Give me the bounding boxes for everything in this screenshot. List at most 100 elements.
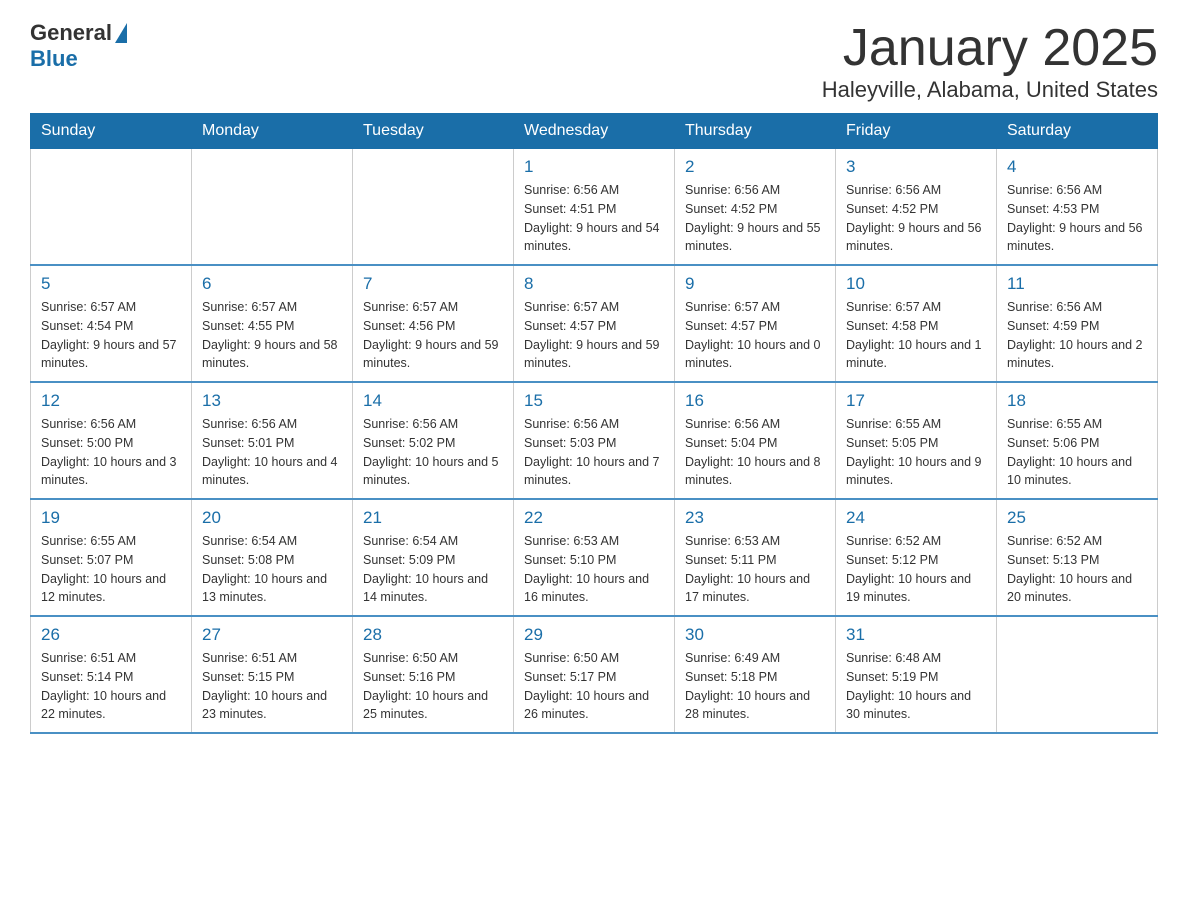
calendar-cell: 27 Sunrise: 6:51 AM Sunset: 5:15 PM Dayli…	[192, 616, 353, 733]
title-section: January 2025 Haleyville, Alabama, United…	[822, 20, 1158, 103]
calendar-cell: 5 Sunrise: 6:57 AM Sunset: 4:54 PM Daylig…	[31, 265, 192, 382]
calendar-cell: 1 Sunrise: 6:56 AM Sunset: 4:51 PM Daylig…	[514, 149, 675, 266]
day-number: 23	[685, 508, 825, 528]
day-number: 21	[363, 508, 503, 528]
day-info: Sunrise: 6:57 AM Sunset: 4:55 PM Dayligh…	[202, 298, 342, 373]
calendar-cell: 13 Sunrise: 6:56 AM Sunset: 5:01 PM Dayli…	[192, 382, 353, 499]
day-number: 27	[202, 625, 342, 645]
calendar-week-row: 12Sunrise: 6:56 AM Sunset: 5:00 PM Dayli…	[31, 382, 1158, 499]
day-number: 31	[846, 625, 986, 645]
calendar-day-header-monday: Monday	[192, 114, 353, 149]
day-info: Sunrise: 6:53 AM Sunset: 5:11 PM Dayligh…	[685, 532, 825, 607]
calendar-header-row: SundayMondayTuesdayWednesdayThursdayFrid…	[31, 114, 1158, 149]
calendar-cell	[192, 149, 353, 266]
calendar-cell: 17 Sunrise: 6:55 AM Sunset: 5:05 PM Dayli…	[836, 382, 997, 499]
calendar-day-header-friday: Friday	[836, 114, 997, 149]
day-number: 25	[1007, 508, 1147, 528]
day-number: 9	[685, 274, 825, 294]
day-info: Sunrise: 6:56 AM Sunset: 4:53 PM Dayligh…	[1007, 181, 1147, 256]
day-number: 7	[363, 274, 503, 294]
calendar-cell: 14 Sunrise: 6:56 AM Sunset: 5:02 PM Dayli…	[353, 382, 514, 499]
calendar-day-header-wednesday: Wednesday	[514, 114, 675, 149]
day-number: 17	[846, 391, 986, 411]
day-info: Sunrise: 6:57 AM Sunset: 4:56 PM Dayligh…	[363, 298, 503, 373]
calendar-cell: 25Sunrise: 6:52 AM Sunset: 5:13 PM Dayli…	[997, 499, 1158, 616]
calendar-week-row: 19 Sunrise: 6:55 AM Sunset: 5:07 PM Dayli…	[31, 499, 1158, 616]
day-info: Sunrise: 6:56 AM Sunset: 5:04 PM Dayligh…	[685, 415, 825, 490]
day-info: Sunrise: 6:51 AM Sunset: 5:15 PM Dayligh…	[202, 649, 342, 724]
day-number: 24	[846, 508, 986, 528]
day-number: 16	[685, 391, 825, 411]
page-header: General Blue January 2025 Haleyville, Al…	[30, 20, 1158, 103]
calendar-day-header-saturday: Saturday	[997, 114, 1158, 149]
day-number: 6	[202, 274, 342, 294]
calendar-day-header-sunday: Sunday	[31, 114, 192, 149]
day-number: 14	[363, 391, 503, 411]
day-number: 10	[846, 274, 986, 294]
day-number: 26	[41, 625, 181, 645]
calendar-day-header-thursday: Thursday	[675, 114, 836, 149]
location-text: Haleyville, Alabama, United States	[822, 77, 1158, 103]
calendar-week-row: 26 Sunrise: 6:51 AM Sunset: 5:14 PM Dayli…	[31, 616, 1158, 733]
day-info: Sunrise: 6:57 AM Sunset: 4:57 PM Dayligh…	[685, 298, 825, 373]
day-info: Sunrise: 6:54 AM Sunset: 5:09 PM Dayligh…	[363, 532, 503, 607]
calendar-cell	[353, 149, 514, 266]
day-info: Sunrise: 6:50 AM Sunset: 5:16 PM Dayligh…	[363, 649, 503, 724]
day-info: Sunrise: 6:57 AM Sunset: 4:54 PM Dayligh…	[41, 298, 181, 373]
calendar-week-row: 5 Sunrise: 6:57 AM Sunset: 4:54 PM Daylig…	[31, 265, 1158, 382]
day-number: 18	[1007, 391, 1147, 411]
calendar-cell	[997, 616, 1158, 733]
calendar-cell: 10Sunrise: 6:57 AM Sunset: 4:58 PM Dayli…	[836, 265, 997, 382]
day-info: Sunrise: 6:57 AM Sunset: 4:57 PM Dayligh…	[524, 298, 664, 373]
calendar-cell: 11Sunrise: 6:56 AM Sunset: 4:59 PM Dayli…	[997, 265, 1158, 382]
day-number: 5	[41, 274, 181, 294]
day-info: Sunrise: 6:56 AM Sunset: 5:01 PM Dayligh…	[202, 415, 342, 490]
calendar-cell: 18 Sunrise: 6:55 AM Sunset: 5:06 PM Dayli…	[997, 382, 1158, 499]
calendar-cell: 23 Sunrise: 6:53 AM Sunset: 5:11 PM Dayli…	[675, 499, 836, 616]
calendar-cell: 9 Sunrise: 6:57 AM Sunset: 4:57 PM Daylig…	[675, 265, 836, 382]
day-info: Sunrise: 6:56 AM Sunset: 4:51 PM Dayligh…	[524, 181, 664, 256]
day-number: 13	[202, 391, 342, 411]
day-info: Sunrise: 6:56 AM Sunset: 4:52 PM Dayligh…	[685, 181, 825, 256]
day-info: Sunrise: 6:56 AM Sunset: 5:02 PM Dayligh…	[363, 415, 503, 490]
logo-blue-text: Blue	[30, 46, 78, 72]
day-info: Sunrise: 6:53 AM Sunset: 5:10 PM Dayligh…	[524, 532, 664, 607]
day-info: Sunrise: 6:54 AM Sunset: 5:08 PM Dayligh…	[202, 532, 342, 607]
calendar-cell: 30Sunrise: 6:49 AM Sunset: 5:18 PM Dayli…	[675, 616, 836, 733]
calendar-week-row: 1 Sunrise: 6:56 AM Sunset: 4:51 PM Daylig…	[31, 149, 1158, 266]
calendar-cell: 3Sunrise: 6:56 AM Sunset: 4:52 PM Daylig…	[836, 149, 997, 266]
day-info: Sunrise: 6:55 AM Sunset: 5:06 PM Dayligh…	[1007, 415, 1147, 490]
day-info: Sunrise: 6:55 AM Sunset: 5:05 PM Dayligh…	[846, 415, 986, 490]
calendar-cell: 29 Sunrise: 6:50 AM Sunset: 5:17 PM Dayli…	[514, 616, 675, 733]
day-info: Sunrise: 6:56 AM Sunset: 5:00 PM Dayligh…	[41, 415, 181, 490]
logo-triangle-icon	[115, 23, 127, 43]
day-number: 19	[41, 508, 181, 528]
day-info: Sunrise: 6:49 AM Sunset: 5:18 PM Dayligh…	[685, 649, 825, 724]
calendar-table: SundayMondayTuesdayWednesdayThursdayFrid…	[30, 113, 1158, 734]
month-title: January 2025	[822, 20, 1158, 77]
day-number: 22	[524, 508, 664, 528]
calendar-cell: 22 Sunrise: 6:53 AM Sunset: 5:10 PM Dayli…	[514, 499, 675, 616]
day-number: 11	[1007, 274, 1147, 294]
calendar-day-header-tuesday: Tuesday	[353, 114, 514, 149]
day-number: 20	[202, 508, 342, 528]
logo-general-text: General	[30, 20, 112, 46]
calendar-cell: 4Sunrise: 6:56 AM Sunset: 4:53 PM Daylig…	[997, 149, 1158, 266]
day-number: 15	[524, 391, 664, 411]
day-number: 3	[846, 157, 986, 177]
calendar-cell: 21 Sunrise: 6:54 AM Sunset: 5:09 PM Dayli…	[353, 499, 514, 616]
calendar-cell: 12Sunrise: 6:56 AM Sunset: 5:00 PM Dayli…	[31, 382, 192, 499]
day-number: 1	[524, 157, 664, 177]
day-info: Sunrise: 6:55 AM Sunset: 5:07 PM Dayligh…	[41, 532, 181, 607]
calendar-cell: 19 Sunrise: 6:55 AM Sunset: 5:07 PM Dayli…	[31, 499, 192, 616]
calendar-cell: 6 Sunrise: 6:57 AM Sunset: 4:55 PM Daylig…	[192, 265, 353, 382]
day-info: Sunrise: 6:50 AM Sunset: 5:17 PM Dayligh…	[524, 649, 664, 724]
calendar-cell: 26 Sunrise: 6:51 AM Sunset: 5:14 PM Dayli…	[31, 616, 192, 733]
calendar-cell: 28Sunrise: 6:50 AM Sunset: 5:16 PM Dayli…	[353, 616, 514, 733]
calendar-cell: 20 Sunrise: 6:54 AM Sunset: 5:08 PM Dayli…	[192, 499, 353, 616]
calendar-cell: 8Sunrise: 6:57 AM Sunset: 4:57 PM Daylig…	[514, 265, 675, 382]
logo: General Blue	[30, 20, 130, 72]
day-number: 29	[524, 625, 664, 645]
calendar-cell: 31Sunrise: 6:48 AM Sunset: 5:19 PM Dayli…	[836, 616, 997, 733]
day-info: Sunrise: 6:51 AM Sunset: 5:14 PM Dayligh…	[41, 649, 181, 724]
